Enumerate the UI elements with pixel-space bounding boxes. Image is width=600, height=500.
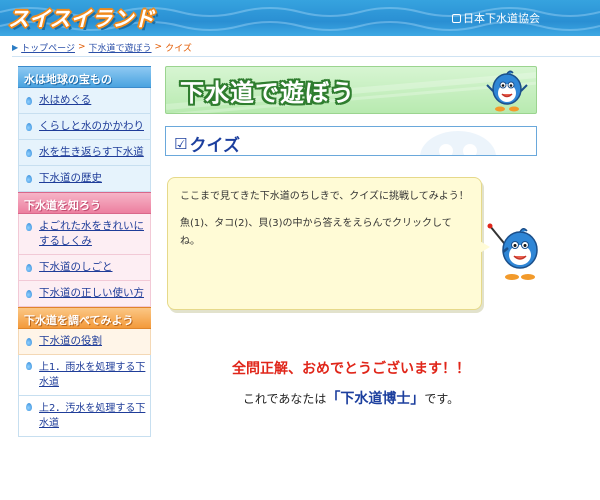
organization-label: 日本下水道協会 <box>463 12 540 25</box>
water-drop-icon <box>26 264 32 272</box>
sidebar-item-label: 水を生き返らす下水道 <box>39 146 144 158</box>
result-message: これであなたは「下水道博士」です。 <box>165 388 537 408</box>
sidebar-item-label: 下水道の正しい使い方 <box>39 287 144 299</box>
sidebar-item-role[interactable]: 下水道の役割 <box>18 329 151 355</box>
breadcrumb: ▶ トップページ > 下水道で遊ぼう > クイズ <box>12 40 192 54</box>
sidebar-item-label: 上2．汚水を処理する下水道 <box>39 403 146 429</box>
sidebar-item-revive-water[interactable]: 水を生き返らす下水道 <box>18 140 151 166</box>
mascot-teacher-icon <box>487 223 538 280</box>
breadcrumb-separator-icon: > <box>154 42 163 52</box>
breadcrumb-arrow-icon: ▶ <box>12 42 19 52</box>
quiz-heading-text: クイズ <box>189 136 240 156</box>
sidebar-item-history[interactable]: 下水道の歴史 <box>18 166 151 192</box>
water-drop-icon <box>26 290 32 298</box>
page-title: 下水道で遊ぼう <box>180 79 355 107</box>
breadcrumb-link-play[interactable]: 下水道で遊ぼう <box>89 41 152 54</box>
sidebar-item-label: 下水道の歴史 <box>39 172 102 184</box>
sidebar-item-label: 下水道のしごと <box>39 261 113 273</box>
sidebar-item-water-cycle[interactable]: 水はめぐる <box>18 88 151 114</box>
page-banner: 下水道で遊ぼう <box>165 66 537 114</box>
sidebar-item-sewer-work[interactable]: 下水道のしごと <box>18 255 151 281</box>
breadcrumb-link-top[interactable]: トップページ <box>21 41 75 54</box>
sidebar-item-label: 下水道の役割 <box>39 335 102 347</box>
organization-name[interactable]: 日本下水道協会 <box>452 10 540 26</box>
result-prefix: これであなたは <box>242 392 327 406</box>
water-drop-icon <box>26 175 32 183</box>
water-drop-icon <box>26 223 32 231</box>
checkmark-icon: ☑ <box>174 134 188 153</box>
sidebar-item-cleaning-system[interactable]: よごれた水をきれいにするしくみ <box>18 214 151 255</box>
sidebar-nav: 水は地球の宝もの 水はめぐる くらしと水のかかわり 水を生き返らす下水道 下水道… <box>18 66 151 437</box>
water-drop-icon <box>26 123 32 131</box>
mascot-icon <box>486 70 528 112</box>
intro-text: ここまで見てきた下水道のちしきで、クイズに挑戦してみよう！ <box>180 191 469 202</box>
water-drop-icon <box>26 338 32 346</box>
sidebar-item-label: よごれた水をきれいにするしくみ <box>39 220 144 247</box>
breadcrumb-separator-icon: > <box>77 42 86 52</box>
sidebar-heading-learn: 下水道を知ろう <box>18 192 151 214</box>
mascot-watermark-icon <box>420 131 496 155</box>
divider <box>12 56 600 57</box>
result-suffix: です。 <box>424 392 460 406</box>
site-logo[interactable]: スイスイランド <box>8 3 154 33</box>
quiz-section-heading: ☑ クイズ <box>165 126 537 156</box>
sidebar-item-label: くらしと水のかかわり <box>39 120 144 132</box>
water-drop-icon <box>26 149 32 157</box>
sidebar-item-proper-use[interactable]: 下水道の正しい使い方 <box>18 281 151 307</box>
site-header: スイスイランド 日本下水道協会 <box>0 0 600 36</box>
water-drop-icon <box>26 97 32 105</box>
sidebar-heading-investigate: 下水道を調べてみよう <box>18 307 151 329</box>
sidebar-item-life-and-water[interactable]: くらしと水のかかわり <box>18 114 151 140</box>
instruction-bubble: ここまで見てきた下水道のちしきで、クイズに挑戦してみよう！ 魚(1)、タコ(2)… <box>167 177 482 310</box>
sidebar-heading-treasure: 水は地球の宝もの <box>18 66 151 88</box>
sidebar-item-label: 水はめぐる <box>39 94 92 106</box>
water-drop-icon <box>26 362 32 370</box>
quiz-heading-label: ☑ クイズ <box>174 131 240 156</box>
sidebar-item-wastewater[interactable]: 上2．汚水を処理する下水道 <box>18 396 151 437</box>
sidebar-item-rainwater[interactable]: 上1．雨水を処理する下水道 <box>18 355 151 396</box>
result-congratulations: 全問正解、おめでとうございます！！ <box>232 361 470 377</box>
sidebar-item-label: 上1．雨水を処理する下水道 <box>39 362 146 388</box>
organization-mark-icon <box>452 13 461 23</box>
water-drop-icon <box>26 403 32 411</box>
instruction-text: 魚(1)、タコ(2)、貝(3)の中から答えをえらんでクリックしてね。 <box>180 218 452 247</box>
result-title: 「下水道博士」 <box>326 391 425 407</box>
breadcrumb-current: クイズ <box>165 43 192 54</box>
